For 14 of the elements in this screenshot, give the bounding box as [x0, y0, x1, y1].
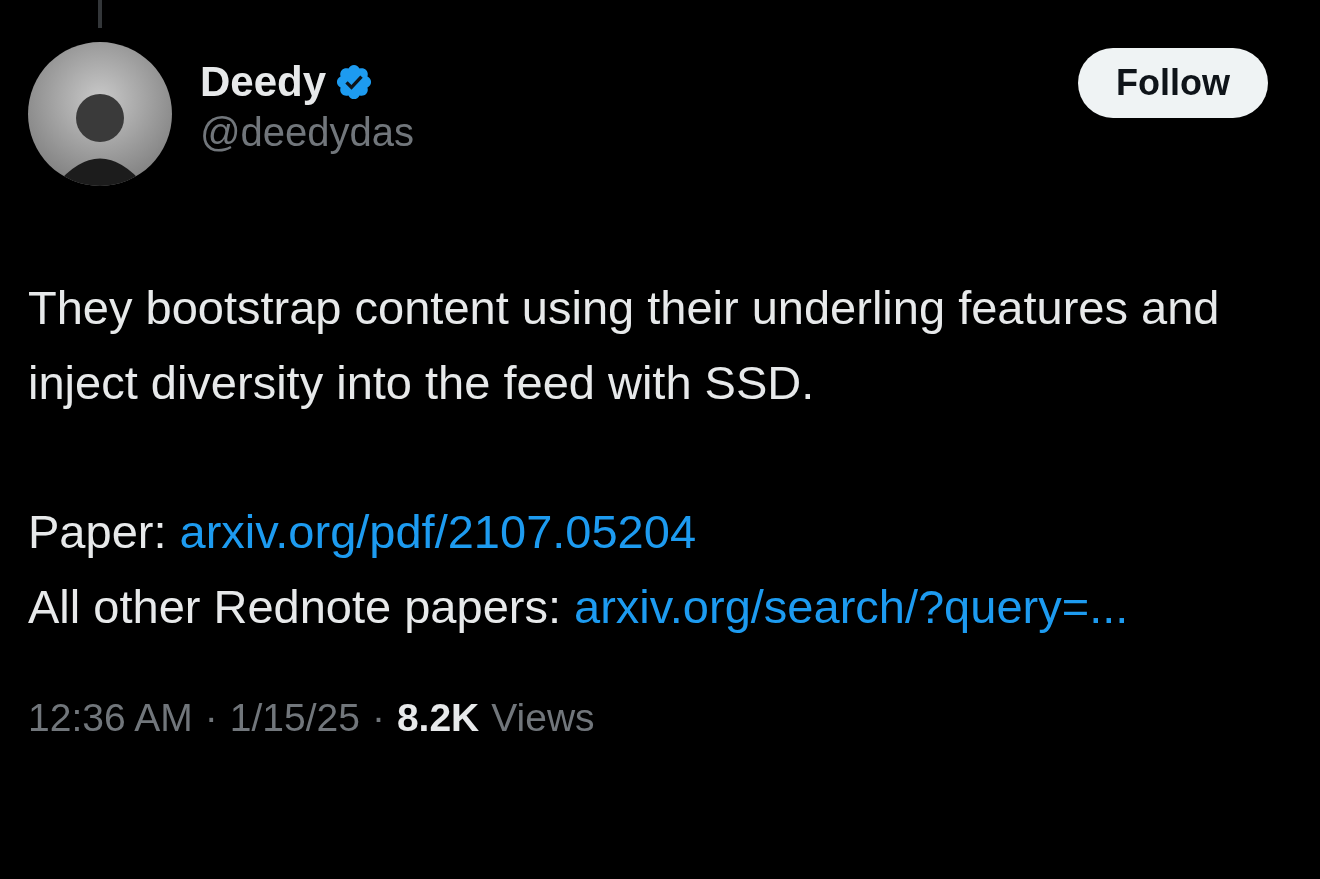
separator-dot: · — [204, 696, 218, 740]
separator-dot: · — [371, 696, 385, 740]
display-name[interactable]: Deedy — [200, 58, 327, 106]
post-date[interactable]: 1/15/25 — [229, 696, 360, 740]
post-time[interactable]: 12:36 AM — [28, 696, 193, 740]
link[interactable]: arxiv.org/pdf/2107.05204 — [179, 505, 697, 558]
tweet-text: All other Rednote papers: arxiv.org/search/?query=... — [28, 579, 1130, 635]
views-label: Views — [491, 696, 595, 740]
follow-button[interactable]: Follow — [1078, 48, 1268, 118]
tweet-text: They bootstrap content using their underling features and inject diversity into the feed with SSD. — [28, 280, 1221, 411]
tweet-text: Paper: arxiv.org/pdf/2107.05204 — [28, 504, 698, 560]
username[interactable]: @deedydas — [200, 110, 415, 155]
link[interactable]: arxiv.org/search/?query=... — [574, 580, 1129, 633]
view-count: 8.2K — [396, 696, 480, 740]
